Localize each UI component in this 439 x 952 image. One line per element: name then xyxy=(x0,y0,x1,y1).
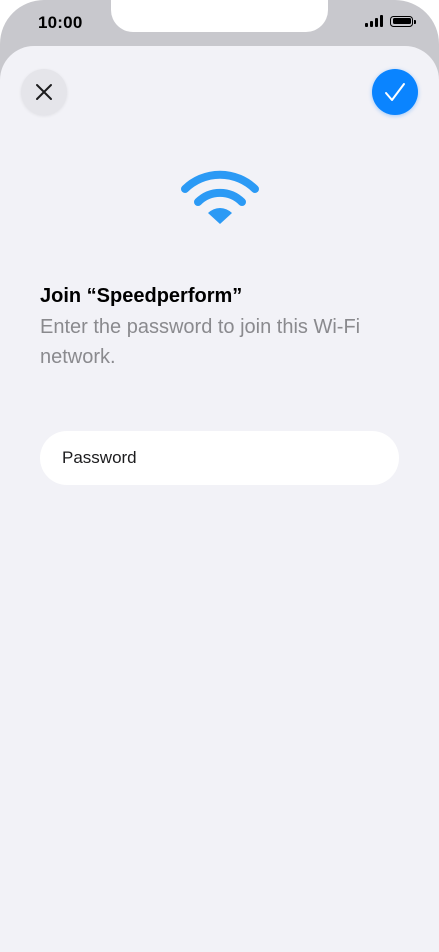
join-confirm-button[interactable] xyxy=(372,69,418,115)
close-icon xyxy=(36,84,52,100)
wifi-icon xyxy=(181,170,259,224)
device-frame: 10:00 Join “Speedperform” Enter the pass… xyxy=(0,0,439,952)
phone-screen: 10:00 Join “Speedperform” Enter the pass… xyxy=(0,0,439,952)
status-time: 10:00 xyxy=(38,13,83,32)
join-network-sheet: Join “Speedperform” Enter the password t… xyxy=(0,46,439,952)
join-network-subtitle: Enter the password to join this Wi-Fi ne… xyxy=(40,316,361,368)
cellular-signal-icon xyxy=(365,15,383,27)
checkmark-icon xyxy=(385,83,405,101)
close-button[interactable] xyxy=(21,69,67,115)
join-network-title: Join “Speedperform” xyxy=(40,285,243,307)
camera-notch xyxy=(111,0,328,32)
battery-icon xyxy=(390,15,416,27)
password-input[interactable] xyxy=(62,448,377,468)
status-icons xyxy=(365,15,416,27)
password-field[interactable] xyxy=(40,431,399,485)
